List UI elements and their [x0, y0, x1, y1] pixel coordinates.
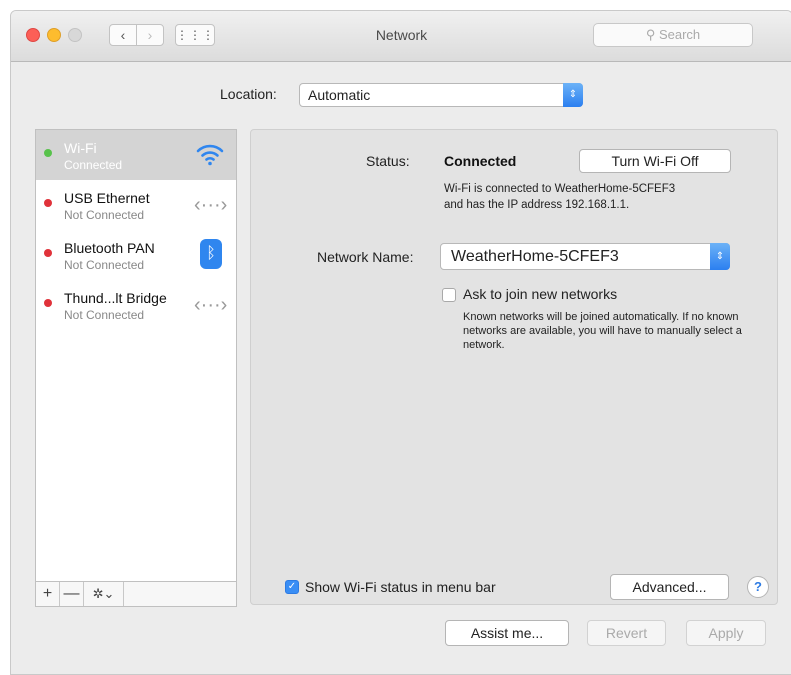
show-status-checkbox[interactable]: ✓ — [285, 580, 299, 594]
apply-button[interactable]: Apply — [686, 620, 766, 646]
network-preferences-window: ‹ › ⋮⋮⋮ Network ⚲ Search Location: Autom… — [10, 10, 791, 675]
add-service-button[interactable]: + — [36, 582, 60, 606]
status-description: Wi-Fi is connected to WeatherHome-5CFEF3… — [444, 181, 675, 213]
gear-icon[interactable]: ✲⌄ — [84, 582, 124, 606]
revert-button[interactable]: Revert — [587, 620, 666, 646]
service-name: Wi-Fi — [64, 140, 97, 156]
service-item-thunderbolt-bridge[interactable]: Thund...lt Bridge Not Connected ‹···› — [36, 280, 236, 330]
status-description-line: Wi-Fi is connected to WeatherHome-5CFEF3 — [444, 183, 676, 195]
detail-panel: Status: Connected Turn Wi-Fi Off Wi-Fi i… — [250, 129, 778, 605]
popup-stepper-icon: ⇕ — [710, 243, 730, 270]
status-dot — [44, 149, 52, 157]
service-status: Connected — [64, 158, 123, 172]
service-item-wifi[interactable]: Wi-Fi Connected — [36, 130, 236, 180]
location-popup[interactable]: Automatic ⇕ — [299, 83, 583, 107]
service-list-toolbar: + — ✲⌄ — [36, 581, 236, 606]
status-dot — [44, 299, 52, 307]
service-name: USB Ethernet — [64, 190, 150, 206]
service-status: Not Connected — [64, 308, 145, 322]
service-status: Not Connected — [64, 208, 145, 222]
advanced-button[interactable]: Advanced... — [610, 574, 729, 600]
bluetooth-icon: ᛒ — [200, 239, 222, 269]
service-list: Wi-Fi Connected USB Ethernet Not Connect… — [35, 129, 237, 607]
search-icon: ⚲ — [645, 27, 659, 42]
wifi-icon — [194, 139, 226, 171]
status-label: Status: — [366, 153, 410, 169]
location-value: Automatic — [308, 87, 371, 103]
search-placeholder: Search — [658, 27, 701, 42]
status-value: Connected — [444, 153, 517, 169]
location-label: Location: — [220, 86, 277, 102]
ask-join-label: Ask to join new networks — [463, 286, 618, 302]
network-name-label: Network Name: — [317, 249, 414, 265]
network-name-popup[interactable]: WeatherHome-5CFEF3 ⇕ — [440, 243, 730, 270]
status-dot — [44, 249, 52, 257]
ethernet-icon: ‹···› — [194, 194, 228, 216]
ask-join-checkbox[interactable] — [442, 288, 456, 302]
search-input[interactable]: ⚲ Search — [593, 23, 753, 47]
show-status-label: Show Wi-Fi status in menu bar — [305, 579, 496, 595]
status-description-line: and has the IP address 192.168.1.1. — [444, 199, 630, 211]
turn-wifi-off-button[interactable]: Turn Wi-Fi Off — [579, 149, 731, 173]
service-name: Thund...lt Bridge — [64, 290, 167, 306]
checkmark-icon: ✓ — [287, 581, 297, 592]
assist-me-button[interactable]: Assist me... — [445, 620, 569, 646]
status-dot — [44, 199, 52, 207]
help-button[interactable]: ? — [747, 576, 769, 598]
service-item-usb-ethernet[interactable]: USB Ethernet Not Connected ‹···› — [36, 180, 236, 230]
network-name-value: WeatherHome-5CFEF3 — [451, 248, 619, 265]
title-bar: ‹ › ⋮⋮⋮ Network ⚲ Search — [11, 11, 791, 62]
service-item-bluetooth-pan[interactable]: Bluetooth PAN Not Connected ᛒ — [36, 230, 236, 280]
ethernet-icon: ‹···› — [194, 294, 228, 316]
service-status: Not Connected — [64, 258, 145, 272]
ask-join-description: Known networks will be joined automatica… — [463, 311, 742, 351]
popup-stepper-icon: ⇕ — [563, 83, 583, 107]
service-name: Bluetooth PAN — [64, 240, 155, 256]
remove-service-button[interactable]: — — [60, 582, 84, 606]
